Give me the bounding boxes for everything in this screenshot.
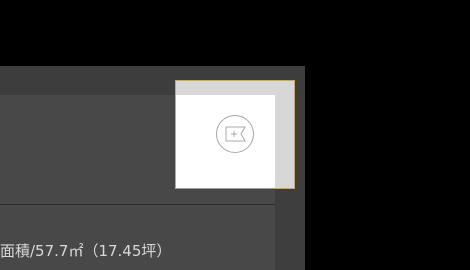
- floor-area-text: 面積/57.7㎡（17.45坪）: [0, 242, 172, 260]
- flag-plus-icon: [225, 126, 246, 142]
- image-card[interactable]: [175, 80, 295, 189]
- add-tag-button[interactable]: [216, 115, 254, 153]
- card-divider: [176, 188, 275, 189]
- panel-divider: [0, 204, 275, 205]
- image-card-body: [176, 95, 275, 189]
